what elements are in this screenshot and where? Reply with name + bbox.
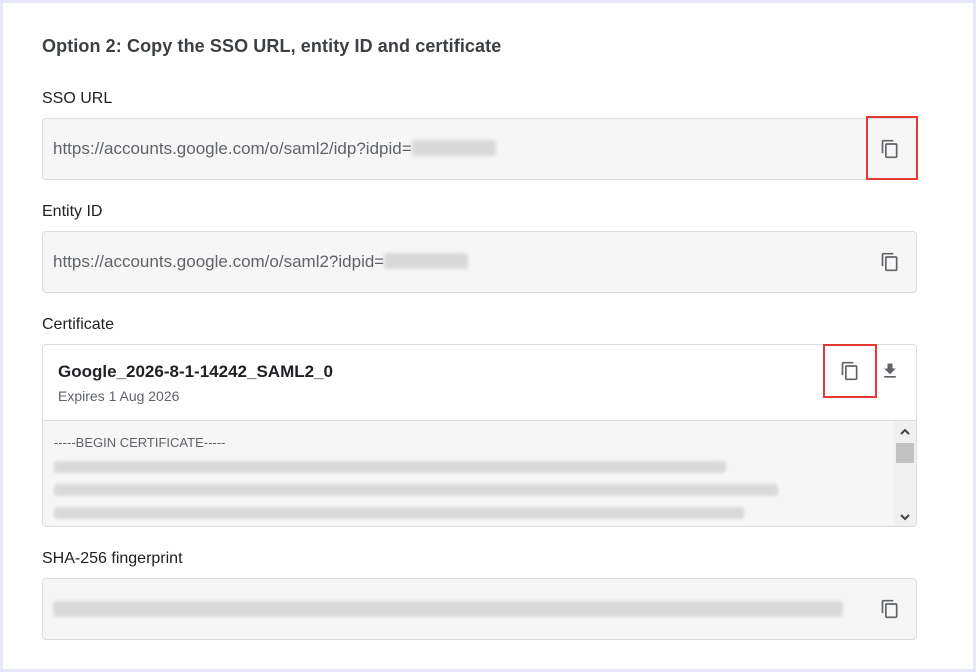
sso-url-value[interactable]: https://accounts.google.com/o/saml2/idp?… — [53, 139, 496, 159]
certificate-begin-line: -----BEGIN CERTIFICATE----- — [54, 435, 226, 450]
sso-url-label: SSO URL — [42, 90, 113, 107]
chevron-up-icon — [900, 428, 910, 435]
copy-icon — [881, 139, 898, 159]
certificate-label: Certificate — [42, 316, 115, 333]
chevron-down-icon — [900, 514, 910, 521]
section-heading: Option 2: Copy the SSO URL, entity ID an… — [42, 36, 502, 56]
sso-url-prefix: https://accounts.google.com/o/saml2/idp?… — [53, 139, 412, 158]
certificate-scrollbar[interactable] — [894, 421, 916, 526]
copy-icon — [881, 599, 898, 619]
sso-url-copy-button[interactable] — [875, 134, 905, 164]
entity-id-prefix: https://accounts.google.com/o/saml2?idpi… — [53, 252, 385, 271]
entity-id-value[interactable]: https://accounts.google.com/o/saml2?idpi… — [53, 252, 469, 272]
certificate-card: Google_2026-8-1-14242_SAML2_0 Expires 1 … — [42, 344, 917, 527]
fingerprint-label: SHA-256 fingerprint — [42, 550, 183, 567]
fingerprint-field[interactable] — [42, 578, 917, 640]
entity-id-field[interactable]: https://accounts.google.com/o/saml2?idpi… — [42, 231, 917, 293]
certificate-expiry: Expires 1 Aug 2026 — [58, 388, 180, 404]
fingerprint-value[interactable] — [53, 600, 843, 620]
entity-id-copy-button[interactable] — [875, 247, 905, 277]
scroll-thumb[interactable] — [896, 443, 914, 463]
fingerprint-copy-button[interactable] — [875, 594, 905, 624]
redacted-certificate-line — [54, 461, 726, 473]
redacted-idpid — [411, 140, 496, 156]
redacted-certificate-line — [54, 507, 744, 519]
certificate-copy-button[interactable] — [835, 356, 865, 386]
download-icon — [884, 363, 896, 378]
certificate-name: Google_2026-8-1-14242_SAML2_0 — [58, 362, 333, 381]
certificate-text-area[interactable]: -----BEGIN CERTIFICATE----- — [43, 420, 916, 526]
redacted-idpid — [384, 253, 469, 269]
redacted-fingerprint — [53, 601, 843, 617]
copy-icon — [881, 252, 898, 272]
entity-id-label: Entity ID — [42, 203, 103, 220]
redacted-certificate-line — [54, 484, 778, 496]
sso-url-field[interactable]: https://accounts.google.com/o/saml2/idp?… — [42, 118, 917, 180]
scroll-down-button[interactable] — [894, 508, 916, 526]
page-container: Option 2: Copy the SSO URL, entity ID an… — [3, 3, 973, 669]
certificate-download-button[interactable] — [875, 356, 905, 386]
copy-icon — [841, 361, 858, 381]
scroll-up-button[interactable] — [894, 423, 916, 441]
